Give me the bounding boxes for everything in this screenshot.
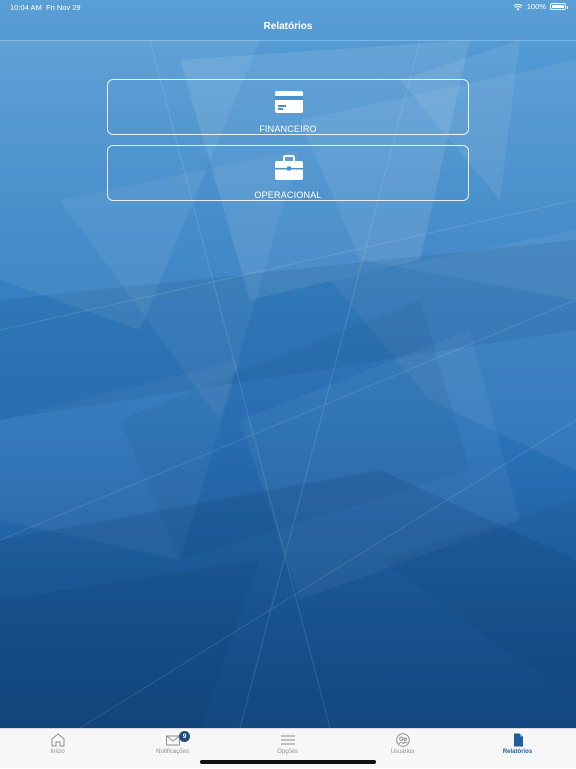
wifi-icon <box>513 3 523 10</box>
page-title: Relatórios <box>263 21 313 32</box>
navigation-bar: Relatórios <box>0 14 576 41</box>
status-right: 100% <box>513 2 568 11</box>
document-icon <box>513 733 523 747</box>
tab-label: Usuários <box>390 749 415 755</box>
operacional-label: OPERACIONAL <box>254 190 322 200</box>
battery-icon <box>550 3 568 10</box>
tab-inicio[interactable]: Início <box>0 729 115 769</box>
tab-relatorios[interactable]: Relatórios <box>460 729 575 769</box>
credit-card-icon <box>275 91 303 113</box>
notification-badge: 9 <box>179 731 190 742</box>
briefcase-icon <box>275 155 303 180</box>
tab-label: Notificações <box>156 749 189 755</box>
menu-icon <box>280 735 295 745</box>
home-indicator <box>200 760 376 764</box>
tab-label: Relatórios <box>502 749 533 755</box>
battery-percent: 100% <box>526 2 546 11</box>
status-time: 10:04 AM <box>10 3 42 12</box>
status-date: Fri Nov 29 <box>46 3 81 12</box>
financeiro-button[interactable]: FINANCEIRO <box>107 79 469 135</box>
status-bar: 10:04 AM Fri Nov 29 100% <box>0 0 576 14</box>
tab-label: Opções <box>277 749 298 755</box>
tab-label: Início <box>50 749 65 755</box>
financeiro-label: FINANCEIRO <box>259 124 317 134</box>
users-icon <box>395 733 410 747</box>
operacional-button[interactable]: OPERACIONAL <box>107 145 469 201</box>
home-icon <box>51 733 64 747</box>
